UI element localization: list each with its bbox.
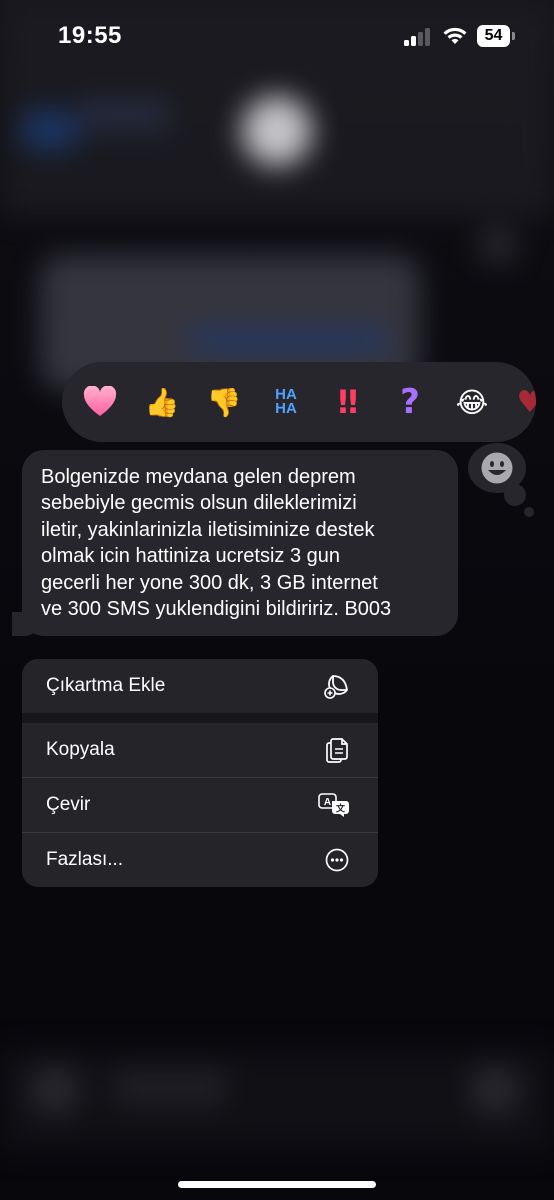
cellular-signal-icon (404, 28, 434, 46)
reaction-heart[interactable] (80, 382, 120, 422)
screen: 19:55 54 👍 👎 HA HA ‼ ? 😂 ♥ Bolgenizde me… (0, 0, 554, 1200)
smiley-icon (481, 452, 513, 484)
menu-item-label: Kopyala (46, 739, 115, 760)
reaction-question[interactable]: ? (390, 382, 430, 422)
svg-text:A: A (324, 797, 331, 808)
reaction-laugh[interactable]: 😂 (452, 382, 492, 422)
copy-icon (324, 737, 350, 763)
translate-icon: A 文 (318, 792, 350, 818)
reaction-heart-partial[interactable]: ♥ (510, 382, 536, 422)
heart-icon (83, 386, 117, 416)
menu-item-copy[interactable]: Kopyala (22, 723, 378, 777)
red-heart-icon: ♥ (516, 384, 536, 420)
haha-icon-bottom: HA (275, 400, 297, 417)
reaction-haha[interactable]: HA HA (266, 382, 306, 422)
reaction-thumbs-down[interactable]: 👎 (204, 382, 244, 422)
battery-icon: 54 (477, 25, 515, 47)
sticker-add-icon (324, 673, 350, 699)
reaction-thumbs-up[interactable]: 👍 (142, 382, 182, 422)
menu-item-translate[interactable]: Çevir A 文 (22, 778, 378, 832)
menu-item-label: Fazlası... (46, 849, 124, 870)
battery-level: 54 (477, 25, 510, 47)
thumbs-down-icon: 👎 (206, 385, 242, 419)
context-menu: Çıkartma Ekle Kopyala Çevir A 文 Fazlası.… (22, 659, 378, 887)
menu-item-label: Çıkartma Ekle (46, 675, 166, 696)
svg-text:文: 文 (335, 803, 346, 815)
ellipsis-circle-icon (324, 847, 350, 873)
status-bar: 19:55 54 (0, 0, 554, 74)
status-time: 19:55 (58, 22, 122, 49)
double-exclamation-icon: ‼ (337, 383, 359, 421)
reaction-bar: 👍 👎 HA HA ‼ ? 😂 ♥ (62, 362, 536, 442)
wifi-icon (443, 27, 467, 44)
laughing-face-icon: 😂 (455, 385, 489, 419)
reaction-exclamation[interactable]: ‼ (328, 382, 368, 422)
message-text: Bolgenizde meydana gelen deprem sebebiyl… (41, 466, 392, 621)
question-mark-icon: ? (400, 382, 420, 422)
menu-item-add-sticker[interactable]: Çıkartma Ekle (22, 659, 378, 713)
thumbs-up-icon: 👍 (144, 385, 180, 419)
home-indicator[interactable] (178, 1181, 376, 1188)
menu-item-label: Çevir (46, 794, 91, 815)
menu-item-more[interactable]: Fazlası... (22, 833, 378, 887)
